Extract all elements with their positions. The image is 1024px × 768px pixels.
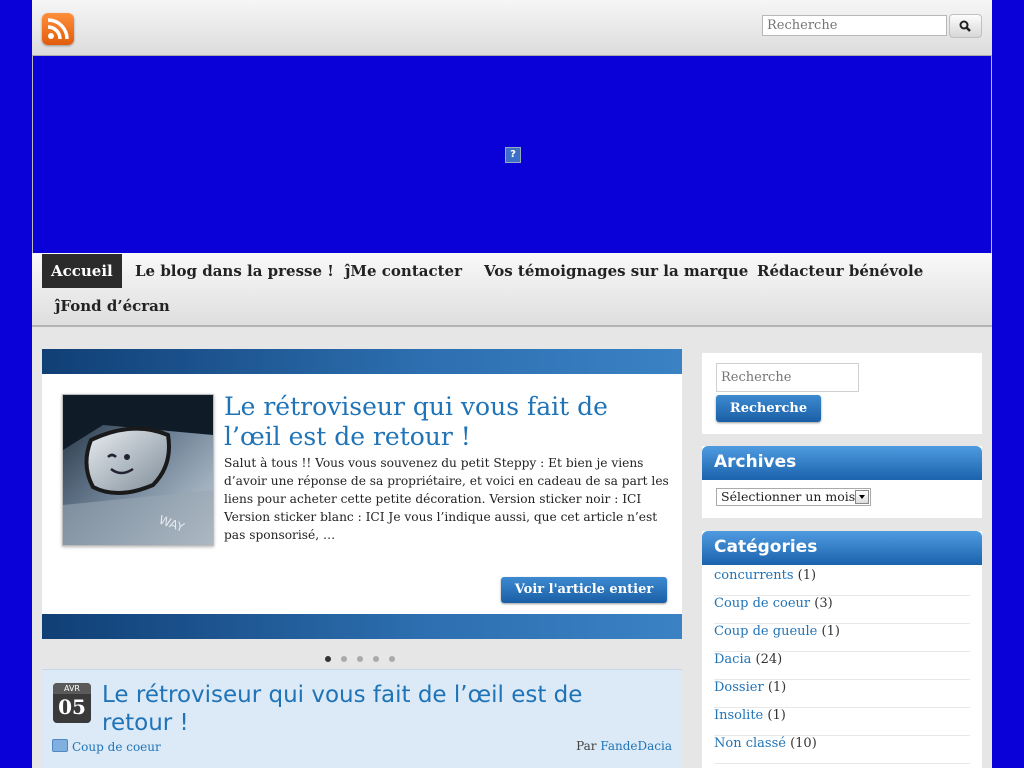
category-link[interactable]: Dossier	[714, 680, 764, 695]
category-item: Dacia (24)	[714, 652, 970, 680]
nav-item-fond-ecran[interactable]: ĵFond d’écran	[46, 289, 179, 323]
category-count: (1)	[767, 708, 786, 723]
slide-thumbnail[interactable]: WAY	[62, 394, 214, 546]
slider-bottom-bar	[42, 614, 682, 639]
categories-widget: Catégories concurrents (1) Coup de coeur…	[702, 531, 982, 768]
post-author: Par FandeDacia	[576, 739, 672, 753]
top-bar	[32, 0, 992, 56]
archives-select-value: Sélectionner un mois	[721, 489, 856, 504]
slider-dot[interactable]	[373, 656, 379, 662]
post-date-month: AVR	[53, 683, 91, 694]
slider-dot[interactable]	[325, 656, 331, 662]
nav-item-presse[interactable]: Le blog dans la presse !	[126, 254, 343, 288]
sidebar-search-input[interactable]	[716, 363, 859, 392]
post-category-link[interactable]: Coup de coeur	[72, 740, 161, 754]
slider-dot[interactable]	[389, 656, 395, 662]
page-wrapper: ? Accueil Le blog dans la presse ! ĵMe c…	[32, 0, 992, 768]
post-by-label: Par	[576, 739, 597, 753]
archives-widget: Archives Sélectionner un mois	[702, 446, 982, 518]
header-banner: ?	[32, 56, 992, 253]
category-link[interactable]: Coup de coeur	[714, 596, 810, 611]
category-item: Coup de coeur (3)	[714, 596, 970, 624]
post-date-badge: AVR 05	[53, 683, 91, 723]
category-count: (1)	[767, 680, 787, 695]
post-date-day: 05	[58, 695, 86, 719]
category-count: (1)	[821, 624, 840, 639]
post-entry: AVR 05 Le rétroviseur qui vous fait de l…	[42, 669, 682, 768]
nav-item-temoignages[interactable]: Vos témoignages sur la marque	[475, 254, 757, 288]
category-link[interactable]: Coup de gueule	[714, 624, 817, 639]
sidebar-search-widget: Recherche	[702, 353, 982, 434]
broken-image-icon: ?	[505, 147, 521, 163]
post-title[interactable]: Le rétroviseur qui vous fait de l’œil es…	[102, 681, 642, 737]
category-item: concurrents (1)	[714, 568, 970, 596]
category-count: (3)	[814, 596, 833, 611]
categories-title: Catégories	[702, 531, 982, 565]
header-search-input[interactable]	[762, 15, 947, 36]
category-link[interactable]: concurrents	[714, 568, 794, 583]
category-count: (10)	[790, 736, 817, 751]
slider-dot[interactable]	[341, 656, 347, 662]
category-count: (24)	[755, 652, 783, 667]
category-link[interactable]: Insolite	[714, 708, 763, 723]
read-more-button[interactable]: Voir l'article entier	[501, 577, 667, 603]
post-category: Coup de coeur	[52, 739, 161, 754]
archives-title: Archives	[702, 446, 982, 480]
nav-item-contact[interactable]: ĵMe contacter	[336, 254, 471, 288]
category-link[interactable]: Dacia	[714, 652, 751, 667]
category-count: (1)	[797, 568, 817, 583]
nav-item-accueil[interactable]: Accueil	[42, 254, 122, 288]
rss-icon[interactable]	[42, 13, 74, 45]
folder-icon	[52, 739, 68, 752]
chevron-down-icon	[855, 490, 869, 504]
slide-title[interactable]: Le rétroviseur qui vous fait de l’œil es…	[224, 392, 644, 452]
slider-top-bar	[42, 349, 682, 374]
category-item: Non classé (10)	[714, 736, 970, 764]
header-search-button[interactable]	[949, 14, 982, 38]
category-item: Coup de gueule (1)	[714, 624, 970, 652]
magnifier-icon	[959, 20, 971, 32]
category-item: Insolite (1)	[714, 708, 970, 736]
category-item: Dossier (1)	[714, 680, 970, 708]
nav-item-redacteur[interactable]: Rédacteur bénévole	[748, 254, 932, 288]
slider-pagination	[325, 647, 405, 662]
category-link[interactable]: Non classé	[714, 736, 786, 751]
featured-slider: WAY Le rétroviseur qui vous fait de l’œi…	[42, 349, 682, 639]
slide-excerpt: Salut à tous !! Vous vous souvenez du pe…	[224, 456, 669, 542]
post-author-link[interactable]: FandeDacia	[600, 739, 672, 753]
sidebar-search-button[interactable]: Recherche	[716, 395, 821, 422]
main-navigation: Accueil Le blog dans la presse ! ĵMe con…	[32, 253, 992, 327]
archives-select[interactable]: Sélectionner un mois	[716, 488, 871, 506]
slider-dot[interactable]	[357, 656, 363, 662]
category-list: concurrents (1) Coup de coeur (3) Coup d…	[714, 568, 970, 764]
